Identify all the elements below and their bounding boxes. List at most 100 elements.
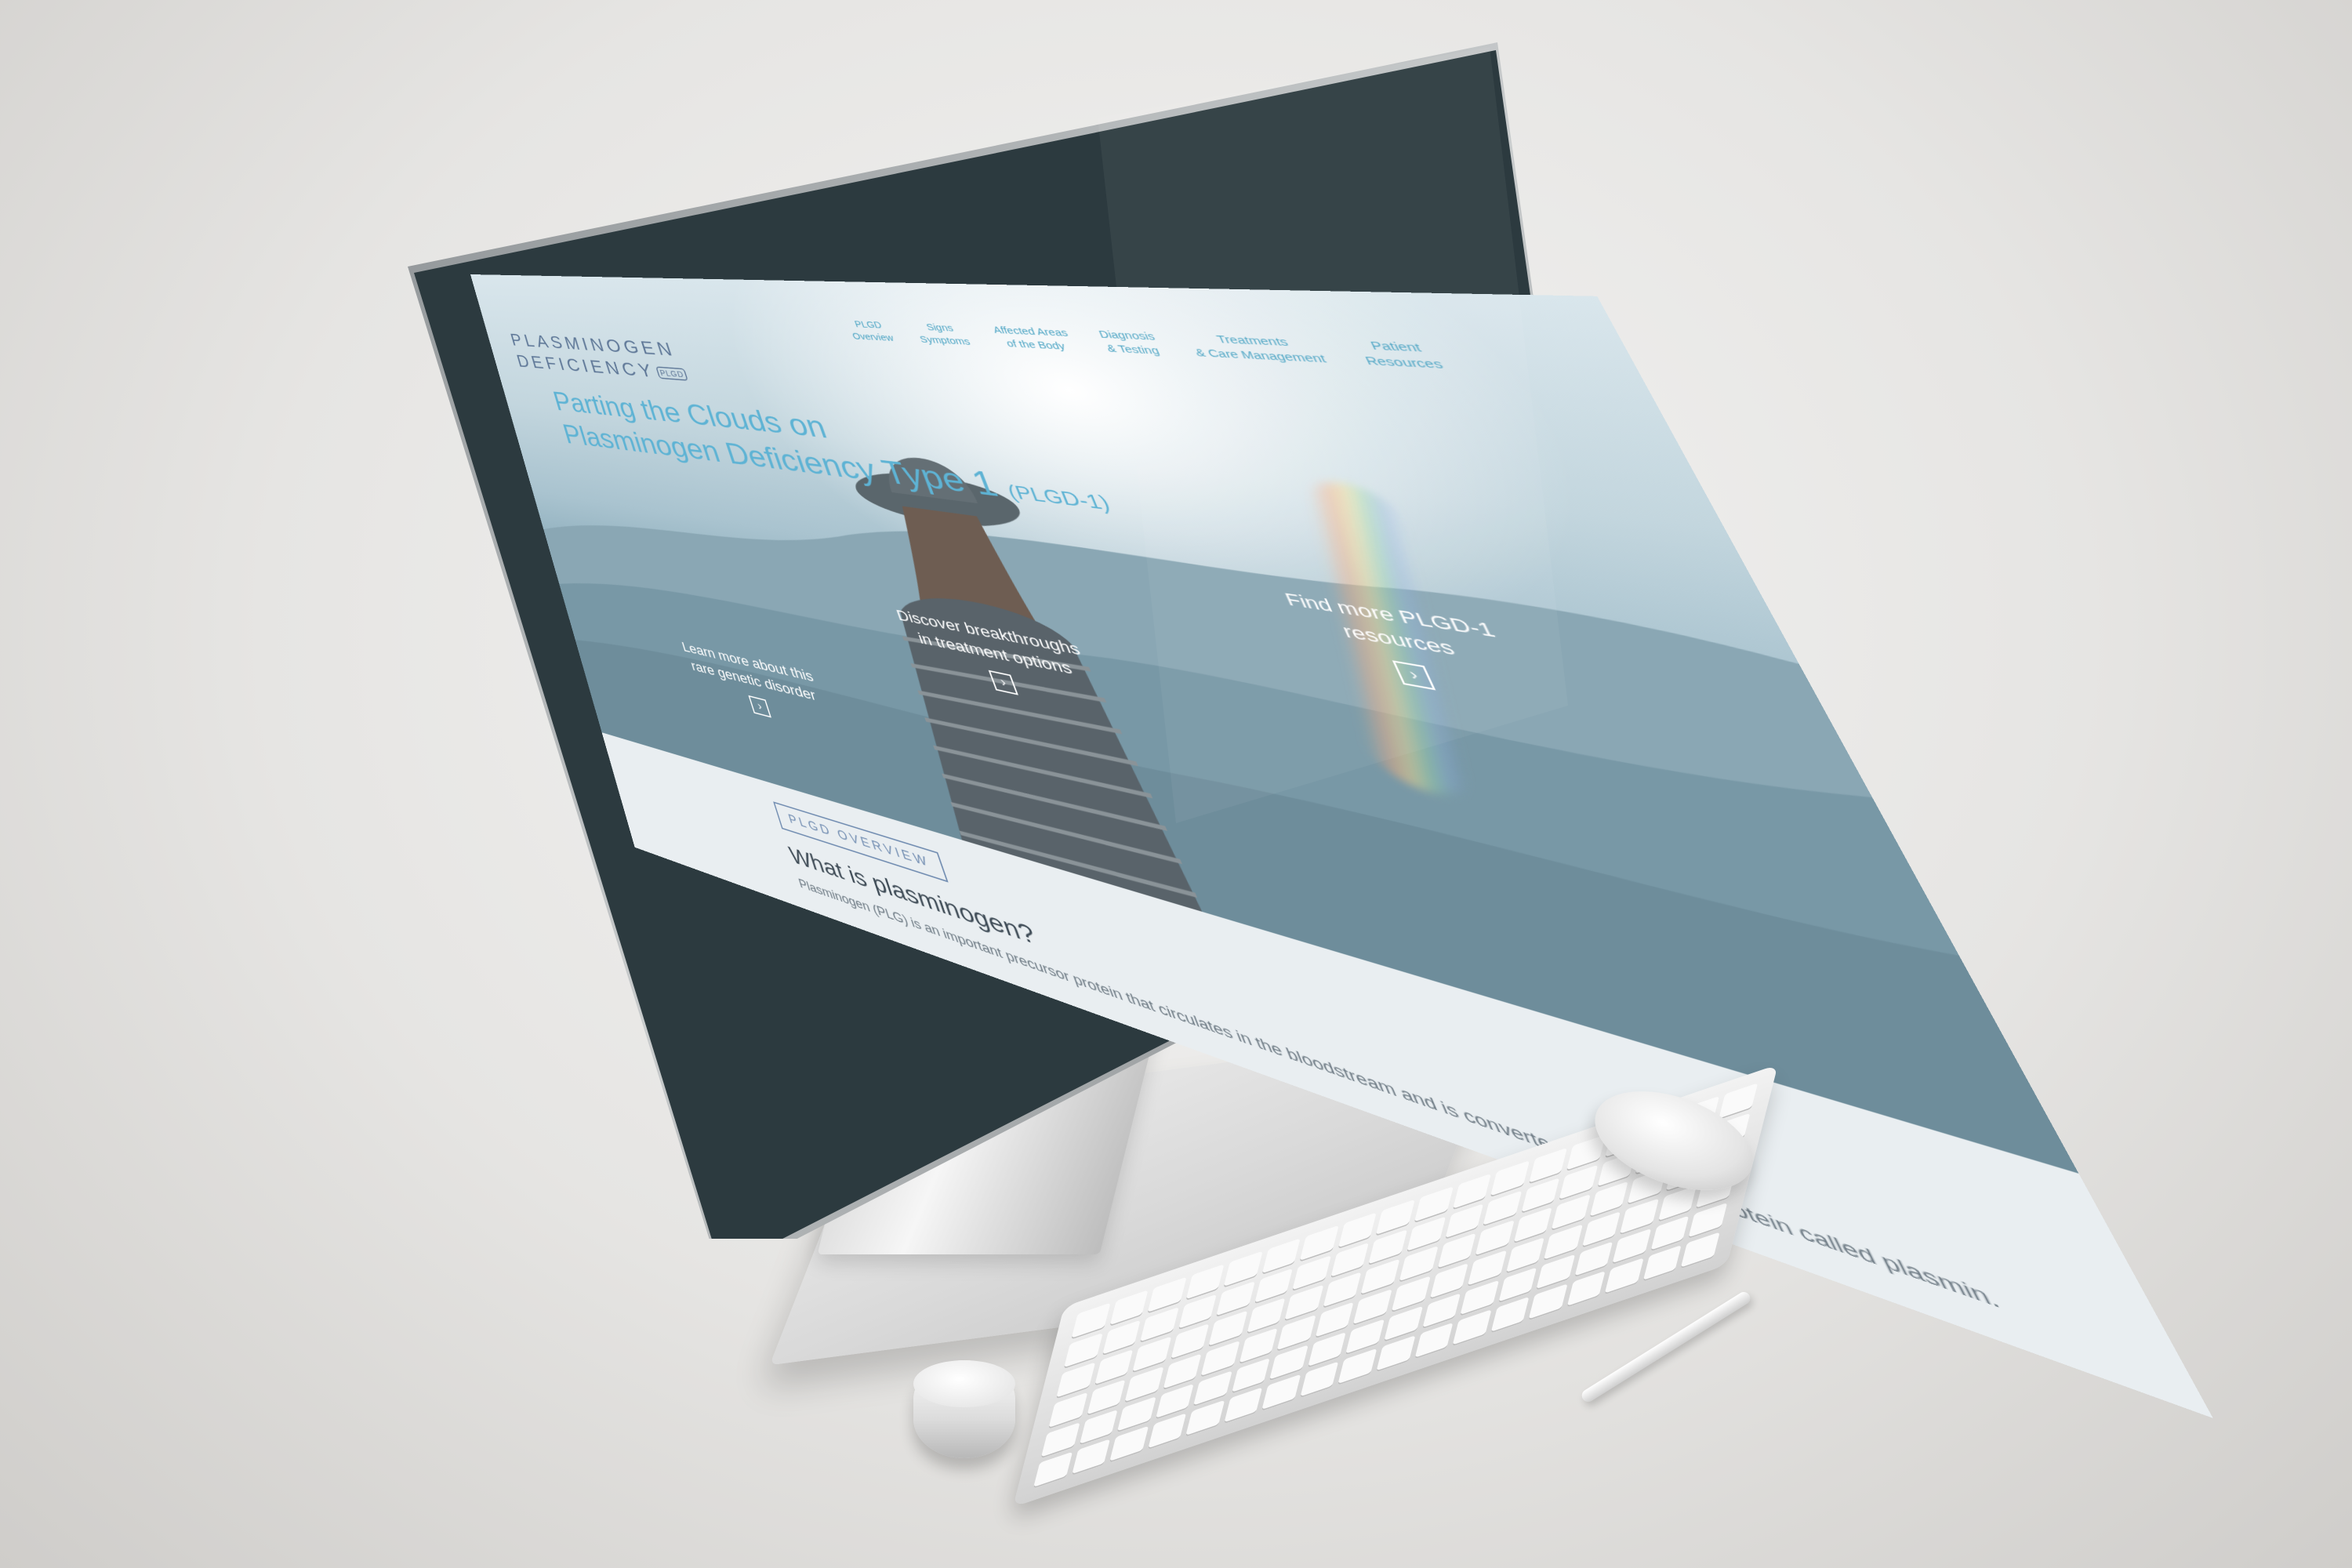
key [1414,1186,1454,1223]
key [1551,1194,1591,1232]
key [1566,1271,1606,1308]
site-logo[interactable]: PLASMINOGEN DEFICIENCYPLGD [508,329,690,386]
logo-badge: PLGD [655,366,688,381]
key [1147,1276,1187,1314]
key [1116,1396,1156,1433]
key [1612,1228,1652,1265]
key [1352,1288,1392,1326]
key [1657,1185,1697,1222]
headline-suffix: (PLGD-1) [1004,480,1114,515]
key [1650,1215,1690,1252]
nav-item-plgd-overview[interactable]: PLGD Overview [846,318,895,344]
key [1185,1264,1225,1301]
key [1338,1212,1377,1249]
key [1276,1314,1316,1352]
key [1048,1392,1087,1429]
key [1307,1331,1347,1369]
key [1505,1236,1545,1274]
key [1642,1245,1682,1282]
key [1452,1173,1492,1210]
key [1246,1298,1286,1335]
nav-label-line2: Symptoms [918,334,972,347]
key [1239,1327,1278,1365]
key [1139,1306,1179,1344]
key [1162,1353,1202,1391]
key [1223,1250,1263,1288]
key [1299,1225,1339,1262]
key [1376,1199,1415,1236]
key [1071,1302,1111,1340]
key [1170,1323,1210,1361]
key [1055,1362,1095,1399]
key [1269,1345,1308,1381]
key [1452,1309,1492,1347]
key [1719,1083,1759,1120]
key [1063,1332,1103,1370]
key [1185,1400,1225,1437]
key [1528,1147,1568,1185]
surface-dial [913,1360,1015,1458]
key [1581,1210,1621,1248]
key [1536,1254,1575,1291]
stylus-pen [1579,1289,1753,1405]
key [1360,1258,1400,1296]
nav-label-line2: & Testing [1105,342,1161,357]
key [1147,1413,1187,1450]
nav-item-treatments[interactable]: Treatments & Care Management [1186,331,1329,367]
key [1345,1319,1385,1356]
key [1284,1284,1324,1322]
key [1475,1220,1515,1258]
nav-item-patient-resources[interactable]: Patient Resources [1355,337,1446,372]
key [1155,1383,1195,1421]
key [1513,1207,1552,1244]
key [1543,1224,1583,1261]
key [1490,1160,1530,1197]
key [1429,1262,1468,1300]
key [1421,1293,1461,1330]
key [1559,1164,1599,1201]
key [1216,1280,1255,1318]
nav-label-line2: Overview [851,331,895,343]
key [1261,1238,1301,1275]
key [1254,1268,1294,1305]
key [1231,1357,1271,1395]
key [1040,1421,1080,1459]
key [1573,1241,1613,1278]
desk-scene: PLASMINOGEN DEFICIENCYPLGD PLGD Overview… [0,0,2352,1568]
key [1223,1387,1263,1425]
key [1688,1202,1728,1240]
key [1330,1242,1370,1279]
key [1261,1374,1301,1411]
key [1406,1216,1446,1253]
key [1520,1177,1560,1214]
key [1566,1134,1606,1171]
key [1444,1203,1484,1240]
key [1079,1409,1118,1446]
key [1383,1305,1423,1343]
key [1604,1258,1644,1295]
key [1680,1232,1720,1269]
nav-item-signs-symptoms[interactable]: Signs Symptoms [913,320,971,348]
key [1391,1276,1431,1313]
key [1589,1181,1629,1218]
key [1323,1272,1362,1309]
key [1490,1297,1530,1334]
key [1338,1348,1377,1385]
key [1497,1267,1537,1304]
nav-item-affected-areas[interactable]: Affected Areas of the Body [991,323,1076,354]
key [1102,1319,1141,1356]
key [1132,1336,1171,1374]
main-nav: PLGD Overview Signs Symptoms Affected Ar… [846,318,1446,372]
key [1436,1232,1476,1270]
key [1208,1310,1248,1348]
key [1192,1370,1232,1407]
nav-label-line2: Resources [1363,354,1446,371]
dial-top [913,1360,1015,1407]
key [1399,1246,1439,1283]
key [1414,1323,1454,1359]
key [1368,1229,1408,1266]
key [1124,1366,1164,1403]
nav-item-diagnosis-testing[interactable]: Diagnosis & Testing [1097,327,1163,358]
key [1299,1361,1339,1399]
key [1460,1279,1499,1317]
